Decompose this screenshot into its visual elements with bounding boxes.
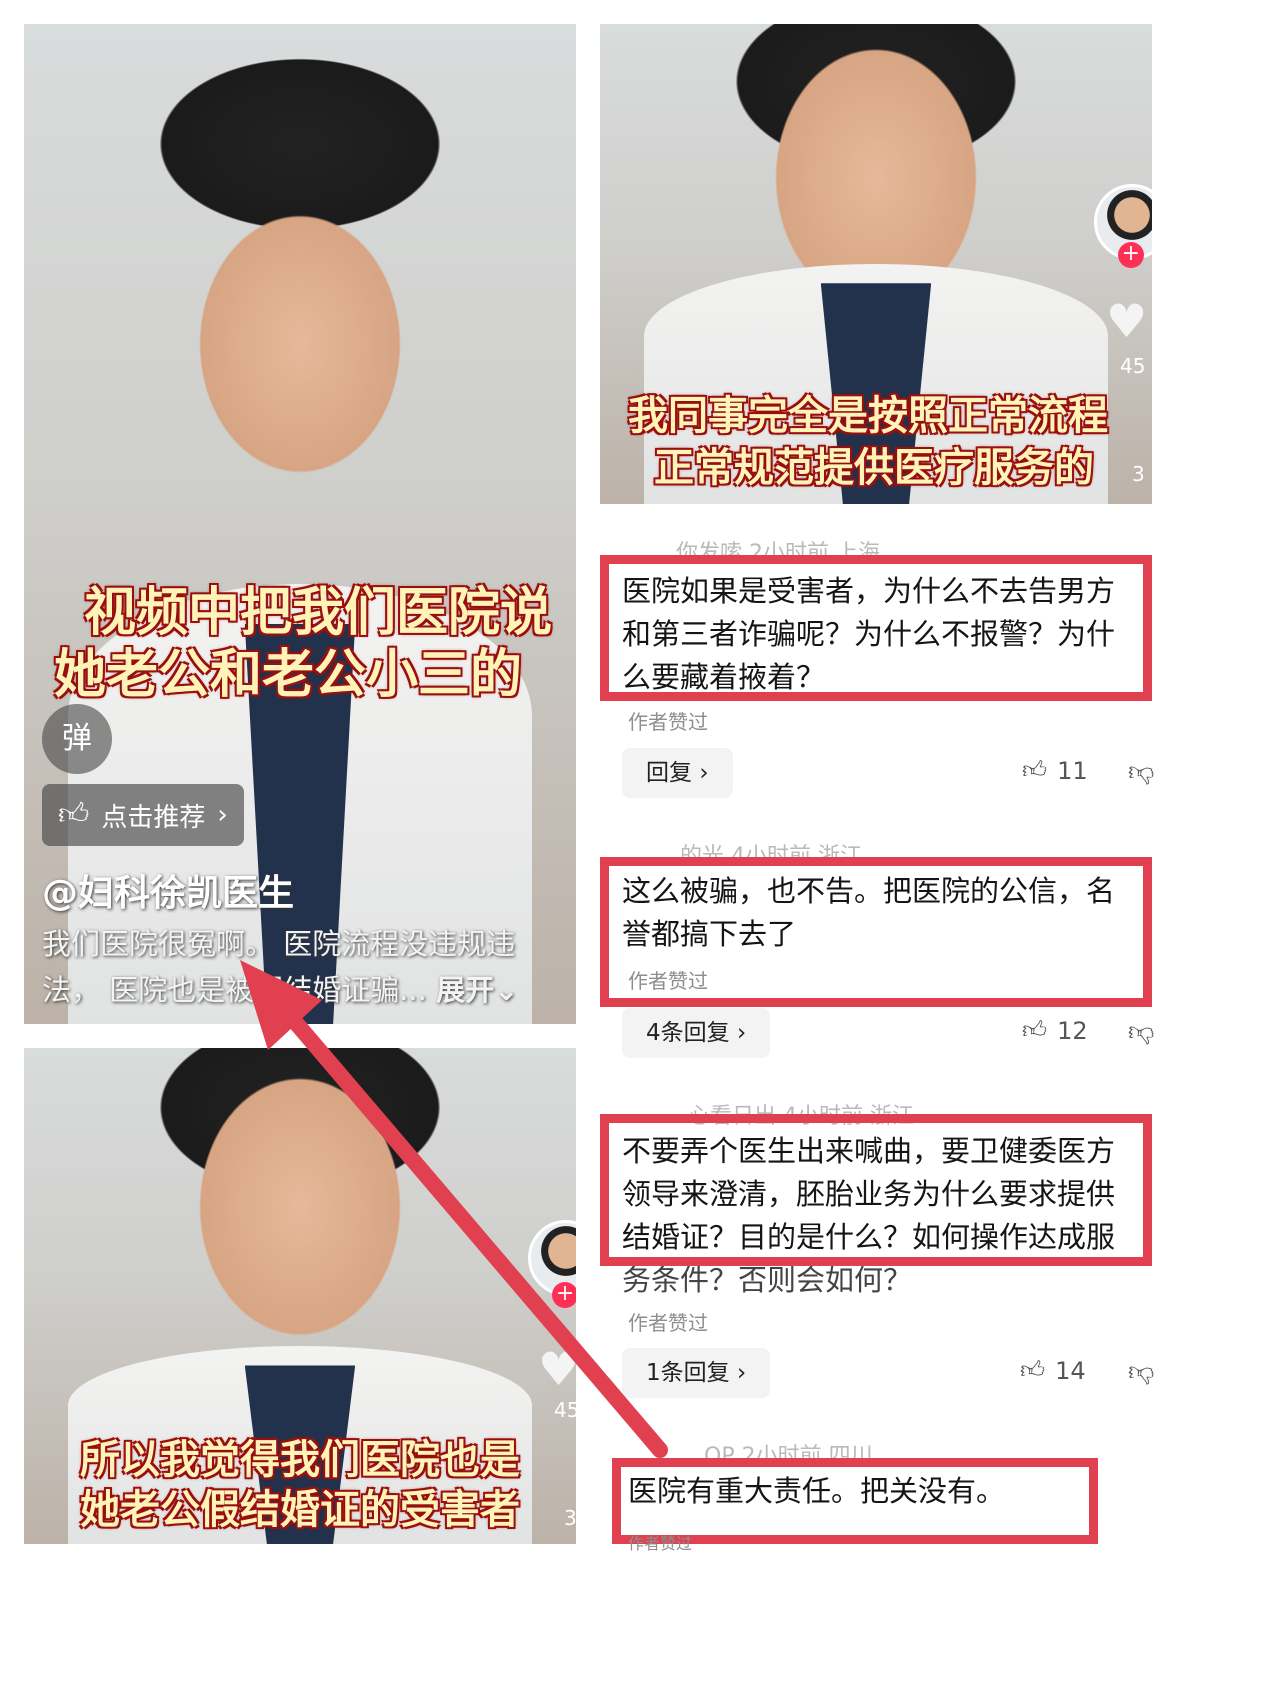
comment-like-button[interactable]: 👍︎ 14 bbox=[1020, 1356, 1086, 1385]
chevron-right-icon: › bbox=[736, 1360, 747, 1386]
thumbs-up-outline-icon: 👍︎ bbox=[1022, 1016, 1048, 1044]
reply-button[interactable]: 回复 › bbox=[622, 748, 733, 798]
follow-plus-icon[interactable]: + bbox=[552, 1282, 576, 1308]
bottom-video-panel[interactable]: + ♥ 45 3 所以我觉得我们医院也是 她老公假结婚证的受害者 bbox=[24, 1048, 576, 1544]
like-heart-icon[interactable]: ♥ bbox=[1106, 294, 1147, 348]
expand-label: 展开 bbox=[436, 973, 495, 1007]
thumbs-down-outline-icon[interactable]: 👎︎ bbox=[1128, 756, 1154, 787]
like-count: 45 bbox=[554, 1398, 576, 1422]
thumbs-up-icon: 👍︎ bbox=[58, 797, 90, 832]
video-caption-line-2: 她老公和老公小三的 bbox=[54, 645, 523, 705]
thumbs-up-outline-icon: 👍︎ bbox=[1022, 756, 1048, 784]
like-heart-icon[interactable]: ♥ bbox=[538, 1342, 576, 1396]
author-liked-tag: 作者赞过 bbox=[628, 710, 708, 734]
reply-label: 1条回复 bbox=[646, 1360, 730, 1386]
video-description-line-2: 法， 医院也是被假结婚证骗... 展开⌄ bbox=[42, 966, 518, 1014]
comment-like-button[interactable]: 👍︎ 12 bbox=[1022, 1016, 1088, 1045]
video-caption-line-2: 她老公假结婚证的受害者 bbox=[80, 1487, 520, 1533]
highlight-box bbox=[600, 1114, 1152, 1266]
chevron-right-icon: › bbox=[217, 800, 228, 830]
comment-like-button[interactable]: 👍︎ 11 bbox=[1022, 756, 1088, 785]
reply-label: 4条回复 bbox=[646, 1020, 730, 1046]
video-caption-line-1: 我同事完全是按照正常流程 bbox=[628, 393, 1108, 439]
author-liked-tag: 作者赞过 bbox=[628, 969, 708, 993]
reply-button[interactable]: 1条回复 › bbox=[622, 1348, 771, 1398]
thumbs-down-outline-icon[interactable]: 👎︎ bbox=[1128, 1016, 1154, 1047]
like-count: 14 bbox=[1055, 1356, 1086, 1385]
video-caption-line-1: 所以我觉得我们医院也是 bbox=[80, 1437, 520, 1483]
chevron-right-icon: › bbox=[736, 1020, 747, 1046]
chevron-right-icon: › bbox=[699, 760, 709, 786]
video-caption-line-2: 正常规范提供医疗服务的 bbox=[654, 445, 1094, 491]
danmu-button[interactable]: 弹 bbox=[42, 704, 112, 774]
video-caption-line-1: 视频中把我们医院说 bbox=[84, 583, 553, 643]
expand-button[interactable]: 展开⌄ bbox=[436, 973, 518, 1007]
like-count: 45 bbox=[1120, 354, 1146, 378]
author-liked-tag: 作者赞过 bbox=[628, 1311, 708, 1335]
video-author-username[interactable]: @妇科徐凯医生 bbox=[42, 864, 294, 916]
highlight-box bbox=[600, 555, 1152, 701]
like-count: 12 bbox=[1057, 1016, 1088, 1045]
reply-button[interactable]: 4条回复 › bbox=[622, 1008, 771, 1058]
chevron-down-icon: ⌄ bbox=[494, 973, 519, 1007]
reply-label: 回复 bbox=[646, 760, 692, 786]
right-video-panel[interactable]: + ♥ 45 3 我同事完全是按照正常流程 正常规范提供医疗服务的 bbox=[600, 24, 1152, 504]
video-description-line-1: 我们医院很冤啊。 医院流程没违规违 bbox=[42, 927, 516, 961]
author-liked-tag: 作者赞过 bbox=[628, 1534, 693, 1553]
follow-plus-icon[interactable]: + bbox=[1118, 242, 1144, 268]
left-video-panel[interactable]: 视频中把我们医院说 她老公和老公小三的 弹 👍︎ 点击推荐 › @妇科徐凯医生 … bbox=[24, 24, 576, 1024]
danmu-label: 弹 bbox=[62, 721, 92, 756]
thumbs-down-outline-icon[interactable]: 👎︎ bbox=[1128, 1356, 1154, 1387]
recommend-label: 点击推荐 bbox=[101, 802, 206, 833]
recommend-button[interactable]: 👍︎ 点击推荐 › bbox=[42, 784, 244, 846]
like-count: 11 bbox=[1057, 756, 1088, 785]
thumbs-up-outline-icon: 👍︎ bbox=[1020, 1356, 1046, 1384]
description-text: 法， 医院也是被假结婚证骗... bbox=[42, 973, 427, 1007]
